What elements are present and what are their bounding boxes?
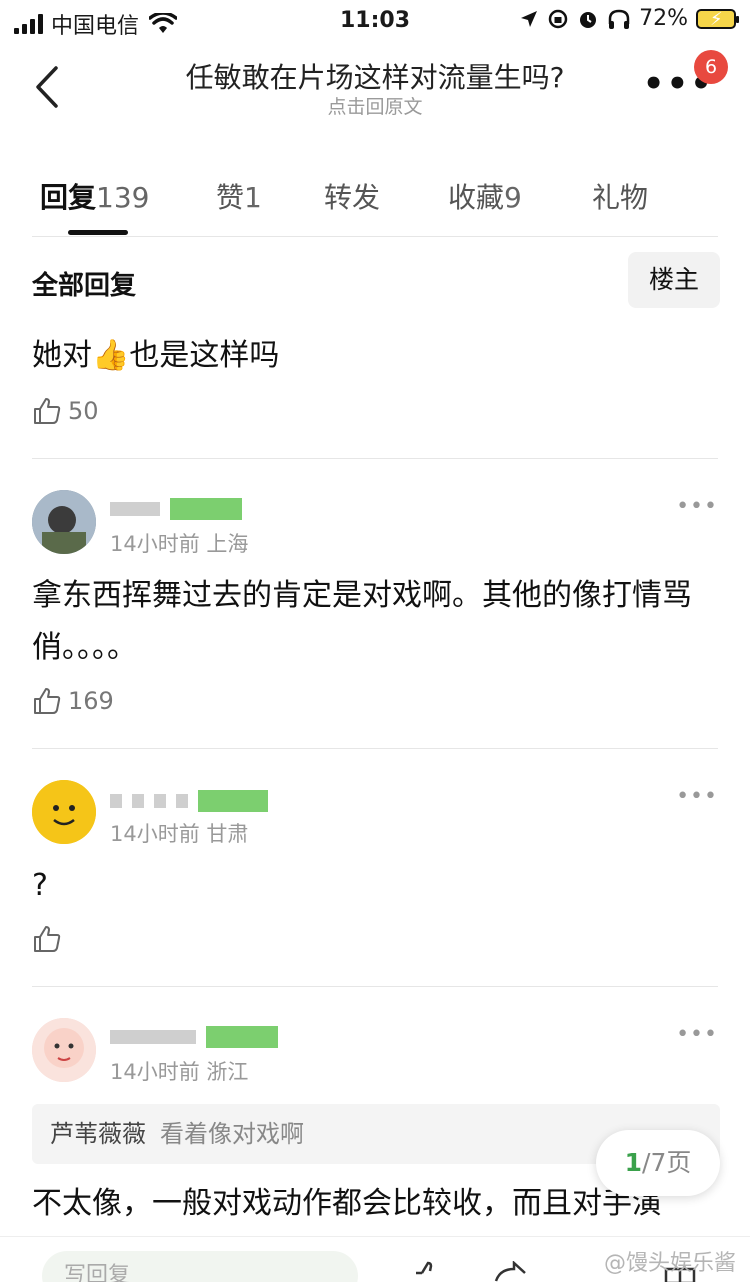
watermark: @馒头娱乐酱 xyxy=(603,1251,736,1276)
tab-gifts[interactable]: 礼物 xyxy=(592,176,648,216)
like-button[interactable] xyxy=(32,924,68,954)
bottom-bar: 写回复 @馒头娱乐酱 xyxy=(0,1236,750,1282)
quoted-username[interactable]: 芦苇薇薇 xyxy=(50,1120,146,1148)
battery-percent: 72% xyxy=(639,6,688,31)
username-blurred[interactable] xyxy=(110,790,268,812)
username-blurred[interactable] xyxy=(110,1026,278,1048)
more-options-icon[interactable]: ••• xyxy=(676,1022,718,1047)
thumbs-up-icon xyxy=(34,398,61,424)
page-indicator[interactable]: 1/7页 xyxy=(596,1130,720,1196)
comment-meta: 14小时前 甘肃 xyxy=(110,822,249,846)
comment-meta: 14小时前 上海 xyxy=(110,532,249,556)
like-button[interactable]: 50 xyxy=(32,396,99,426)
active-tab-indicator xyxy=(68,230,128,235)
more-options-icon[interactable]: ••• xyxy=(676,784,718,809)
notification-badge: 6 xyxy=(694,50,728,84)
op-only-button[interactable]: 楼主 xyxy=(628,252,720,308)
location-icon xyxy=(521,10,538,27)
thumbs-up-emoji-icon: 👍 xyxy=(92,338,130,373)
all-replies-heading: 全部回复 xyxy=(32,271,137,301)
divider xyxy=(32,236,718,237)
divider xyxy=(32,748,718,749)
battery-icon: ⚡ xyxy=(696,8,739,30)
post-text-end: 也是这样吗 xyxy=(129,338,280,373)
tab-replies[interactable]: 回复139 xyxy=(40,176,149,216)
more-options-icon[interactable]: ••• xyxy=(676,494,718,519)
tab-bar: 回复139 赞1 转发 收藏9 礼物 xyxy=(0,150,750,236)
page-current: 1 xyxy=(624,1148,643,1177)
like-button[interactable]: 169 xyxy=(32,686,114,716)
thumbs-up-icon xyxy=(34,688,61,714)
tab-likes[interactable]: 赞1 xyxy=(216,176,262,216)
quoted-text: 看着像对戏啊 xyxy=(160,1120,304,1148)
username-blurred[interactable] xyxy=(110,498,242,520)
back-to-original-link[interactable]: 点击回原文 xyxy=(0,92,750,119)
headphones-icon xyxy=(608,9,630,29)
post-text-start: 她对 xyxy=(32,338,92,373)
page-title: 任敏敢在片场这样对流量生吗? xyxy=(185,61,565,94)
avatar[interactable] xyxy=(32,780,96,844)
status-bar: 中国电信 11:03 72% ⚡ xyxy=(0,0,750,44)
share-icon[interactable] xyxy=(492,1261,528,1282)
divider xyxy=(32,986,718,987)
comment-text: ? xyxy=(32,868,48,903)
comment-meta: 14小时前 浙江 xyxy=(110,1060,249,1084)
tab-favorites[interactable]: 收藏9 xyxy=(448,176,522,216)
thumbs-up-icon xyxy=(34,926,61,952)
divider xyxy=(32,458,718,459)
thumbs-up-icon[interactable] xyxy=(412,1261,448,1282)
like-count: 169 xyxy=(68,687,114,715)
reply-input[interactable]: 写回复 xyxy=(42,1251,358,1282)
nav-header: 任敏敢在片场这样对流量生吗? 点击回原文 ••• 6 xyxy=(0,44,750,134)
lock-rotation-icon xyxy=(548,9,568,28)
alarm-icon xyxy=(580,11,597,28)
avatar[interactable] xyxy=(32,490,96,554)
tab-reposts[interactable]: 转发 xyxy=(324,176,380,216)
comment-text: 拿东西挥舞过去的肯定是对戏啊。其他的像打情骂俏。。。。 xyxy=(32,578,692,665)
avatar[interactable] xyxy=(32,1018,96,1082)
page-total: /7页 xyxy=(642,1148,692,1177)
like-count: 50 xyxy=(68,397,99,425)
